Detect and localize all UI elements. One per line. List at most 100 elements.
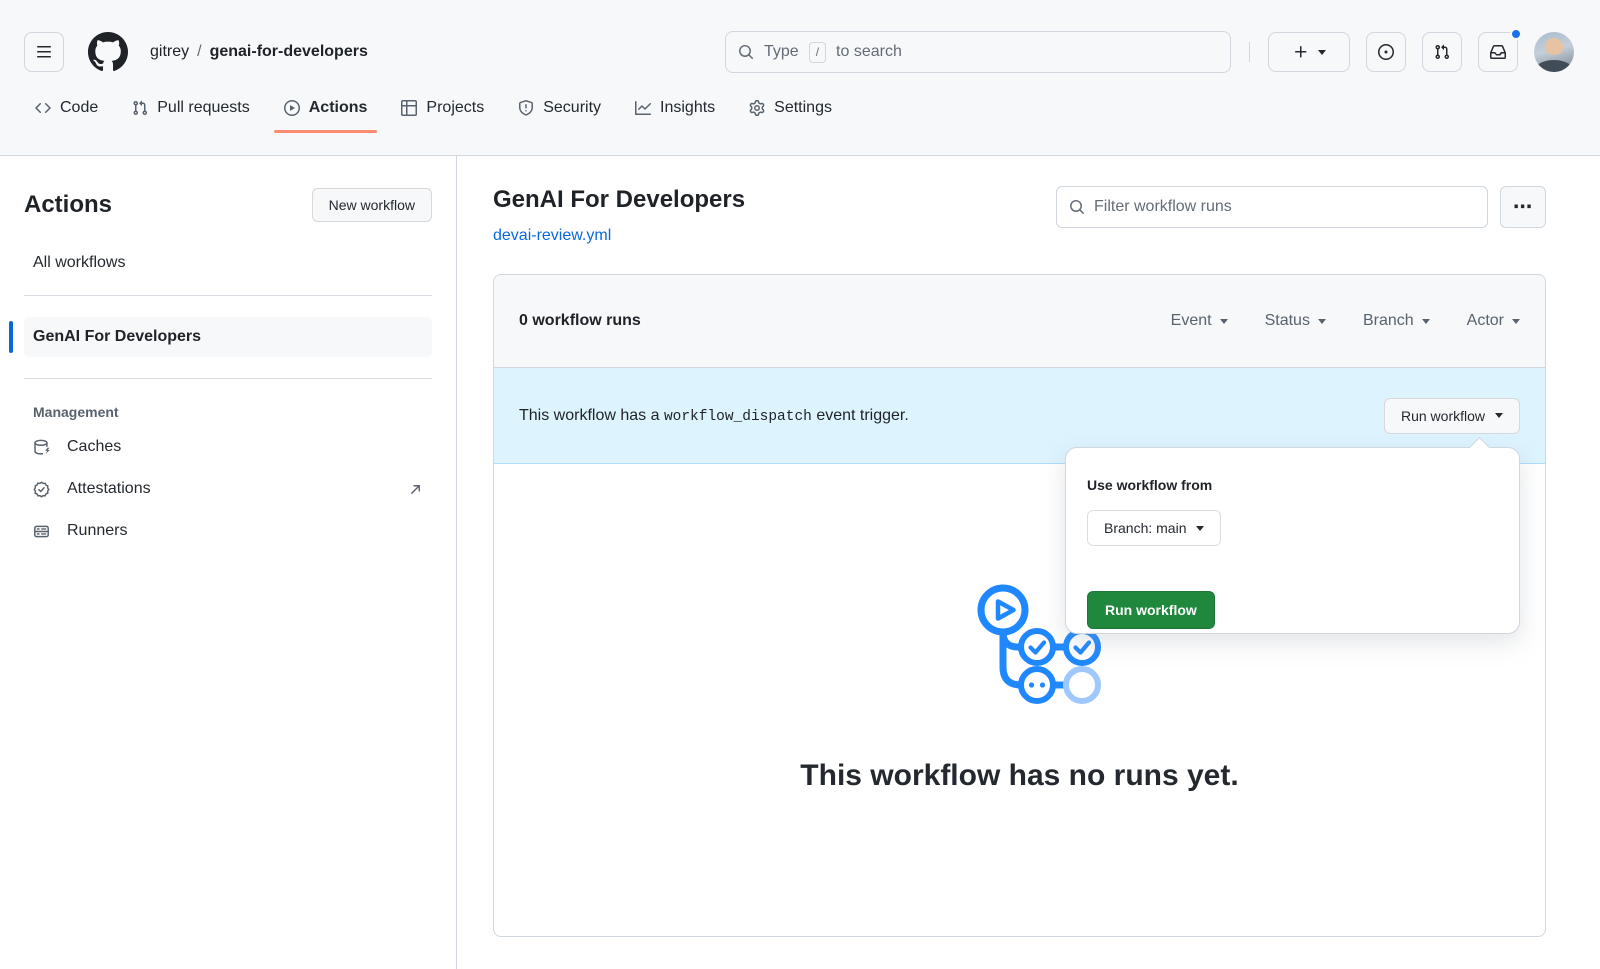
tab-label: Settings	[774, 99, 832, 117]
sidebar-item-all-workflows[interactable]: All workflows	[24, 252, 432, 274]
sidebar-item-label: Runners	[67, 522, 127, 540]
selected-accent-bar	[9, 321, 13, 353]
shield-icon	[518, 100, 534, 116]
avatar[interactable]	[1534, 32, 1574, 72]
filter-workflow-runs-input[interactable]	[1094, 198, 1475, 216]
actor-filter-dropdown[interactable]: Actor	[1467, 312, 1520, 330]
filter-label: Status	[1265, 312, 1310, 330]
tab-label: Insights	[660, 99, 715, 117]
tab-label: Projects	[426, 99, 484, 117]
sidebar-divider	[24, 378, 432, 379]
tab-label: Actions	[309, 99, 368, 117]
branch-select-button[interactable]: Branch: main	[1087, 510, 1221, 546]
hamburger-icon	[36, 44, 52, 60]
search-icon	[1069, 199, 1085, 215]
filter-label: Actor	[1467, 312, 1504, 330]
inbox-icon	[1490, 44, 1506, 60]
pull-request-icon	[1434, 44, 1450, 60]
filter-workflow-runs-box	[1056, 186, 1488, 228]
search-placeholder-prefix: Type	[764, 43, 799, 61]
banner-text-before: This workflow has a	[519, 407, 664, 424]
external-link-icon	[408, 482, 423, 497]
filter-label: Event	[1171, 312, 1212, 330]
graph-icon	[635, 100, 651, 116]
table-icon	[401, 100, 417, 116]
tab-insights[interactable]: Insights	[625, 78, 725, 137]
chevron-down-icon	[1318, 319, 1326, 328]
pull-requests-button[interactable]	[1422, 32, 1462, 72]
tab-code[interactable]: Code	[25, 78, 108, 137]
breadcrumb-repo[interactable]: genai-for-developers	[210, 43, 368, 61]
status-filter-dropdown[interactable]: Status	[1265, 312, 1326, 330]
run-workflow-panel: Use workflow from Branch: main Run workf…	[1065, 447, 1520, 634]
panel-heading: Use workflow from	[1087, 477, 1498, 493]
workflow-runs-box: 0 workflow runs Event Status Branch	[493, 274, 1546, 937]
sidebar-divider	[24, 295, 432, 296]
kebab-menu-button[interactable]: ⋯	[1500, 186, 1546, 228]
event-filter-dropdown[interactable]: Event	[1171, 312, 1228, 330]
issues-button[interactable]	[1366, 32, 1406, 72]
management-section-title: Management	[33, 404, 423, 420]
sidebar-item-runners[interactable]: Runners	[24, 510, 432, 552]
gear-icon	[749, 100, 765, 116]
github-logo[interactable]	[88, 32, 128, 72]
selected-workflow-label: GenAI For Developers	[33, 328, 201, 345]
tab-settings[interactable]: Settings	[739, 78, 842, 137]
global-search-input[interactable]: Type / to search	[725, 31, 1231, 73]
chevron-down-icon	[1512, 319, 1520, 328]
chevron-down-icon	[1495, 413, 1503, 422]
hamburger-menu-button[interactable]	[24, 32, 64, 72]
branch-filter-dropdown[interactable]: Branch	[1363, 312, 1430, 330]
kebab-icon: ⋯	[1513, 196, 1533, 219]
plus-icon	[1293, 44, 1309, 60]
sidebar-item-label: Attestations	[67, 480, 151, 498]
header-divider	[1249, 42, 1250, 62]
workflow-file-link[interactable]: devai-review.yml	[493, 227, 611, 245]
cache-icon	[33, 439, 50, 456]
filter-label: Branch	[1363, 312, 1414, 330]
sidebar-title: Actions	[24, 191, 112, 219]
play-circle-icon	[284, 100, 300, 116]
breadcrumb-owner[interactable]: gitrey	[150, 43, 189, 61]
slash-key-icon: /	[809, 42, 826, 63]
pull-request-icon	[132, 100, 148, 116]
repo-nav-tabs: Code Pull requests Actions Projects Secu…	[0, 78, 1600, 137]
search-placeholder-suffix: to search	[836, 43, 902, 61]
main-content: GenAI For Developers devai-review.yml ⋯ …	[457, 156, 1600, 969]
tab-pull-requests[interactable]: Pull requests	[122, 78, 260, 137]
create-new-button[interactable]	[1268, 32, 1350, 72]
run-workflow-dropdown-button[interactable]: Run workflow	[1384, 398, 1520, 434]
branch-select-label: Branch: main	[1104, 520, 1186, 536]
chevron-down-icon	[1196, 526, 1204, 535]
tab-label: Code	[60, 99, 98, 117]
new-workflow-button[interactable]: New workflow	[312, 188, 432, 222]
search-icon	[738, 44, 754, 60]
notification-dot	[1510, 28, 1522, 40]
banner-text: This workflow has a workflow_dispatch ev…	[519, 407, 909, 425]
chevron-down-icon	[1318, 50, 1326, 59]
server-icon	[33, 523, 50, 540]
run-workflow-label: Run workflow	[1401, 408, 1485, 424]
banner-code: workflow_dispatch	[664, 409, 812, 425]
tab-actions[interactable]: Actions	[274, 78, 378, 137]
tab-projects[interactable]: Projects	[391, 78, 494, 137]
sidebar-item-attestations[interactable]: Attestations	[24, 468, 432, 510]
issue-opened-icon	[1378, 44, 1394, 60]
chevron-down-icon	[1220, 319, 1228, 328]
empty-state-title: This workflow has no runs yet.	[494, 759, 1545, 793]
breadcrumb-separator: /	[197, 43, 201, 61]
code-icon	[35, 100, 51, 116]
breadcrumb: gitrey / genai-for-developers	[150, 43, 368, 61]
tab-label: Pull requests	[157, 99, 250, 117]
runs-box-header: 0 workflow runs Event Status Branch	[494, 275, 1545, 368]
sidebar-item-label: Caches	[67, 438, 121, 456]
sidebar-item-genai-for-developers[interactable]: GenAI For Developers	[24, 317, 432, 357]
run-workflow-submit-button[interactable]: Run workflow	[1087, 591, 1215, 629]
actions-sidebar: Actions New workflow All workflows GenAI…	[0, 156, 457, 969]
page-title: GenAI For Developers	[493, 186, 745, 214]
sidebar-item-caches[interactable]: Caches	[24, 426, 432, 468]
tab-security[interactable]: Security	[508, 78, 611, 137]
chevron-down-icon	[1422, 319, 1430, 328]
top-header: gitrey / genai-for-developers Type / to …	[0, 0, 1600, 156]
workflow-runs-count: 0 workflow runs	[519, 312, 641, 330]
